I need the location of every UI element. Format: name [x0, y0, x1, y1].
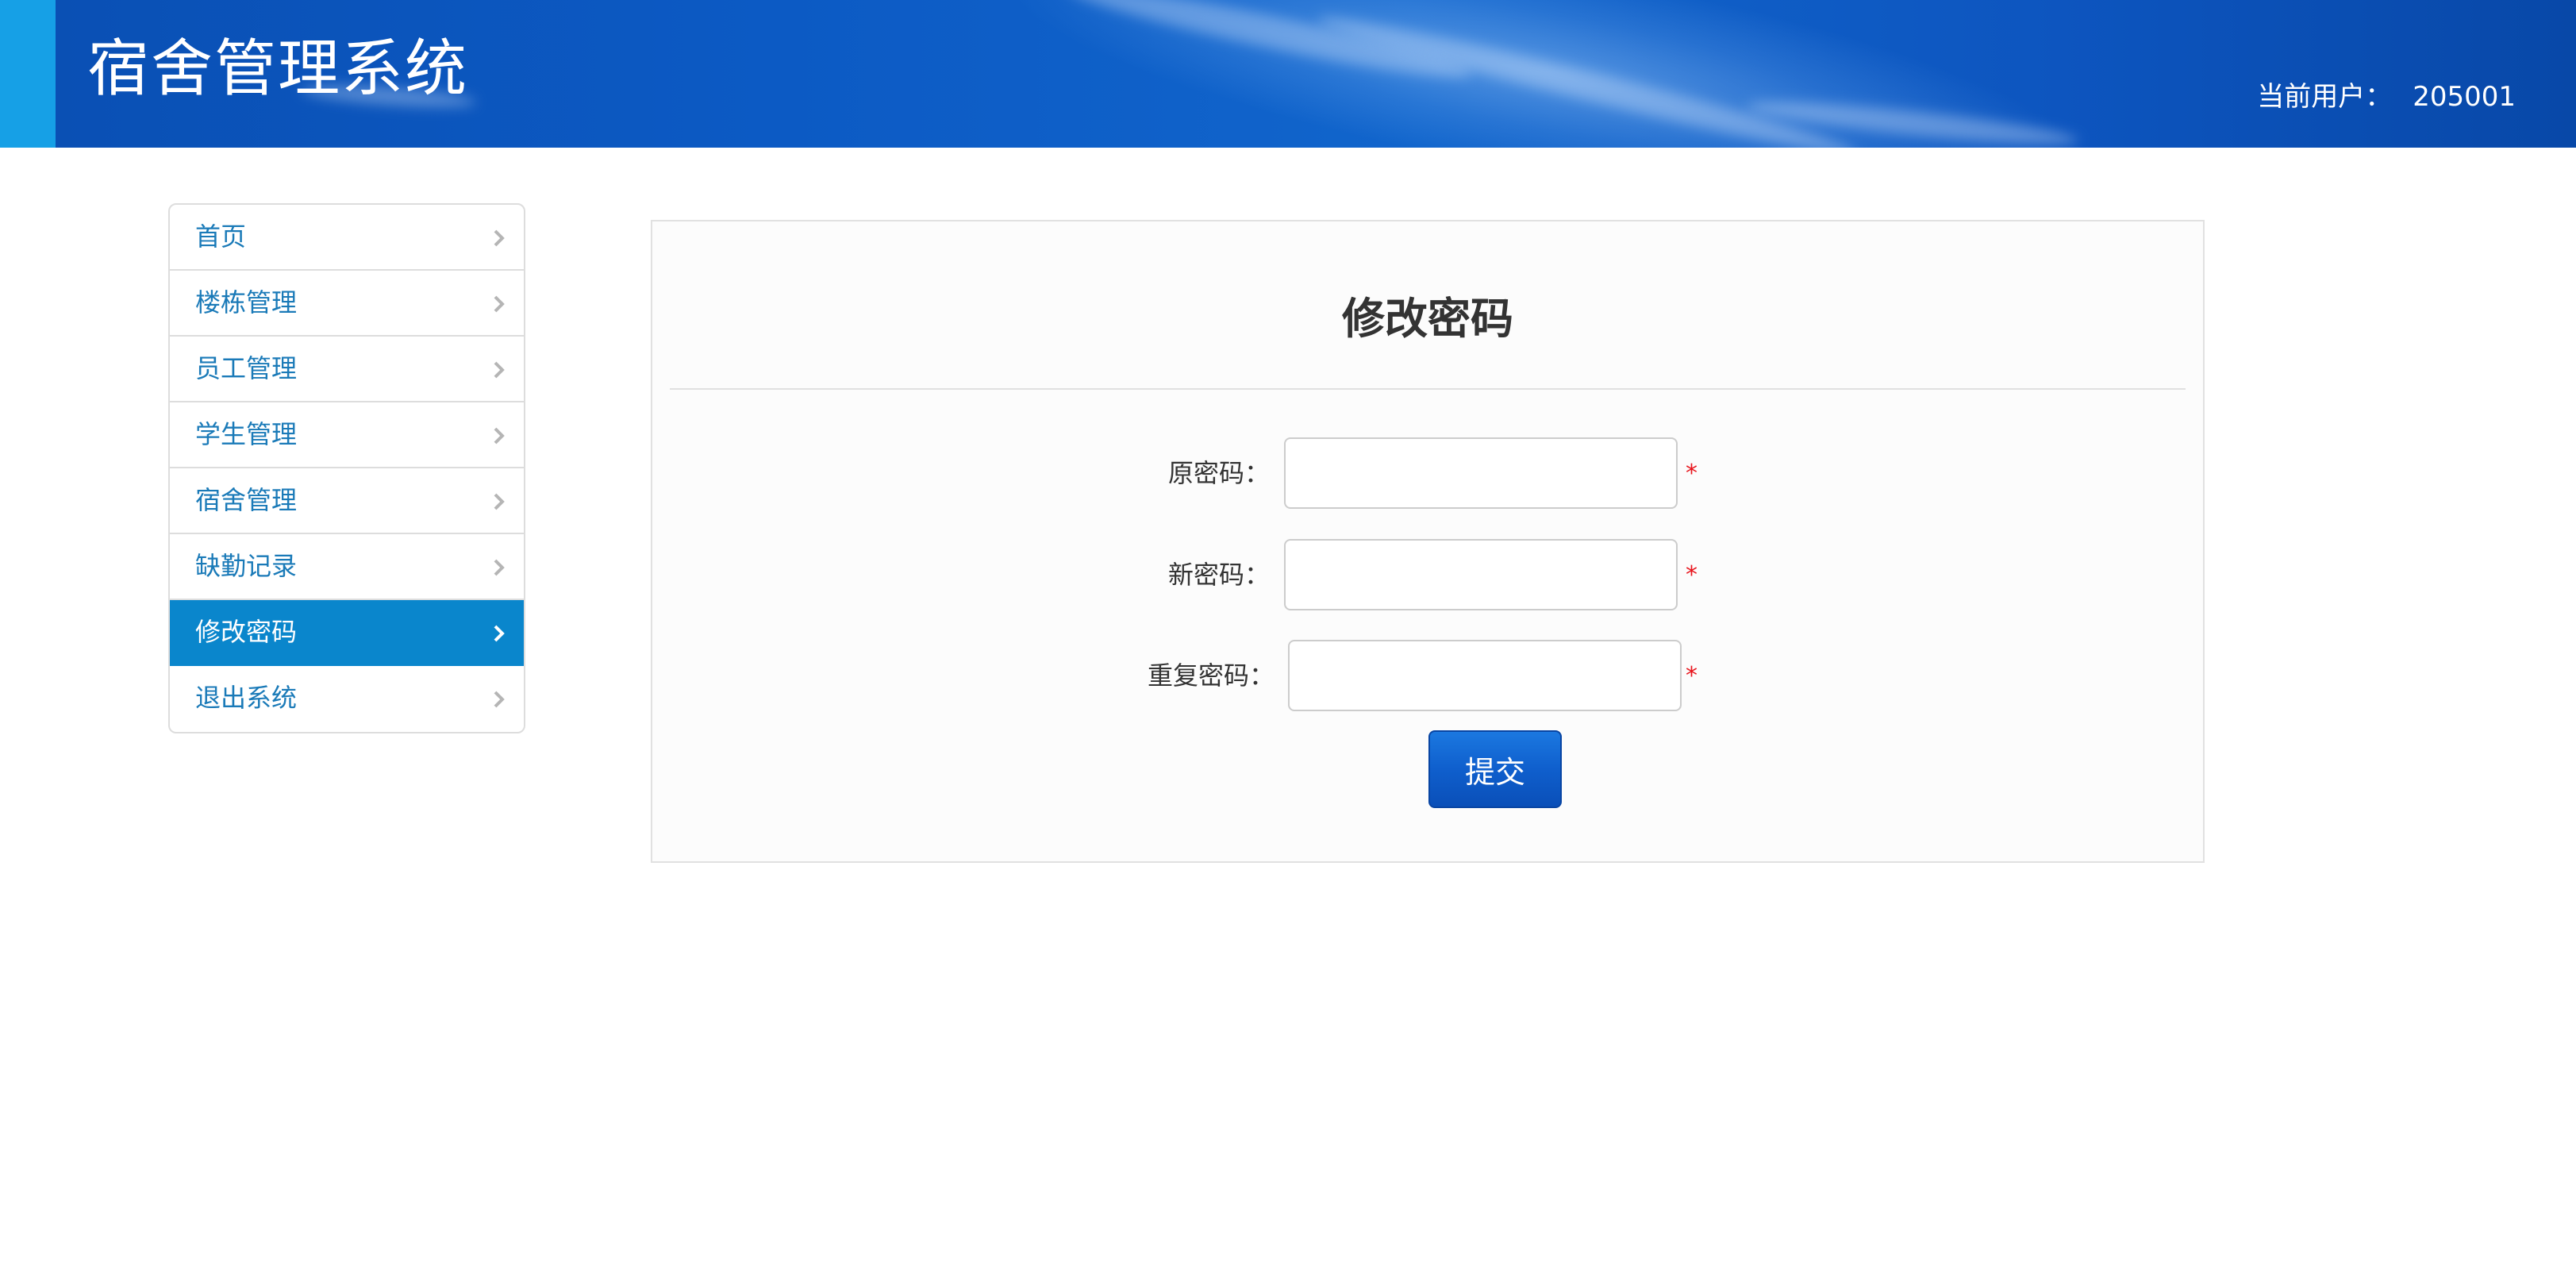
sidebar-item-label: 退出系统 — [195, 683, 298, 713]
old-password-label: 原密码： — [1167, 458, 1270, 488]
app-title: 宿舍管理系统 — [87, 33, 469, 105]
current-user-label: 当前用户： — [2257, 81, 2393, 113]
new-password-label: 新密码： — [1167, 560, 1270, 590]
sidebar-item-logout[interactable]: 退出系统 — [170, 666, 524, 732]
chevron-right-icon — [494, 493, 505, 510]
chevron-right-icon — [494, 559, 505, 576]
sidebar-item-home[interactable]: 首页 — [170, 205, 524, 271]
form-row-new-password: 新密码： * — [652, 539, 2203, 610]
header-accent-bar — [0, 0, 56, 148]
repeat-password-label: 重复密码： — [1147, 660, 1275, 691]
sidebar-item-absence-records[interactable]: 缺勤记录 — [170, 534, 524, 600]
sidebar-item-label: 员工管理 — [195, 353, 298, 383]
chevron-right-icon — [494, 295, 505, 313]
sidebar-item-change-password[interactable]: 修改密码 — [170, 600, 524, 666]
new-password-input[interactable] — [1284, 539, 1678, 610]
sidebar-item-label: 缺勤记录 — [195, 551, 298, 581]
app-header: 宿舍管理系统 当前用户： 205001 — [0, 0, 2576, 148]
chevron-right-icon — [494, 625, 505, 642]
sidebar-item-label: 学生管理 — [195, 419, 298, 449]
required-mark: * — [1686, 561, 1697, 589]
sidebar-item-label: 楼栋管理 — [195, 287, 298, 318]
old-password-input[interactable] — [1284, 437, 1678, 509]
chevron-right-icon — [494, 691, 505, 708]
form-title: 修改密码 — [1342, 294, 1513, 344]
form-row-old-password: 原密码： * — [652, 437, 2203, 509]
form-row-repeat-password: 重复密码： * — [652, 640, 2203, 711]
sidebar-item-staff[interactable]: 员工管理 — [170, 337, 524, 402]
sidebar-item-buildings[interactable]: 楼栋管理 — [170, 271, 524, 337]
sidebar-item-label: 首页 — [195, 221, 247, 252]
current-user-name: 205001 — [2413, 81, 2516, 113]
sidebar-item-label: 宿舍管理 — [195, 485, 298, 515]
sidebar-item-dorms[interactable]: 宿舍管理 — [170, 468, 524, 534]
sidebar-item-students[interactable]: 学生管理 — [170, 402, 524, 468]
chevron-right-icon — [494, 427, 505, 445]
sidebar-nav: 首页 楼栋管理 员工管理 学生管理 宿舍管理 缺勤记录 修改密码 退出系统 — [168, 203, 525, 733]
chevron-right-icon — [494, 361, 505, 379]
current-user: 当前用户： 205001 — [2257, 75, 2516, 114]
change-password-panel: 修改密码 原密码： * 新密码： * 重复密码： * 提交 — [651, 220, 2205, 863]
repeat-password-input[interactable] — [1288, 640, 1682, 711]
required-mark: * — [1686, 460, 1697, 487]
sidebar-item-label: 修改密码 — [195, 617, 298, 647]
form-divider — [670, 388, 2186, 390]
submit-button[interactable]: 提交 — [1428, 730, 1562, 808]
required-mark: * — [1686, 662, 1697, 690]
chevron-right-icon — [494, 229, 505, 247]
